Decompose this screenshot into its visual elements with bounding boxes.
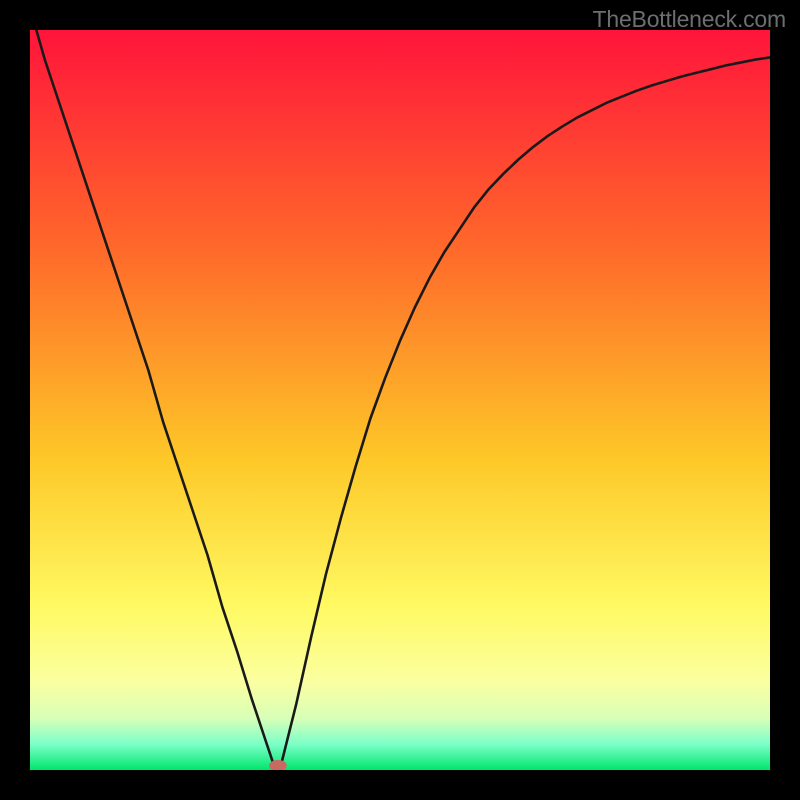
bottleneck-curve bbox=[30, 30, 770, 770]
plot-area bbox=[30, 30, 770, 770]
chart-frame: TheBottleneck.com bbox=[0, 0, 800, 800]
watermark-text: TheBottleneck.com bbox=[593, 6, 786, 33]
